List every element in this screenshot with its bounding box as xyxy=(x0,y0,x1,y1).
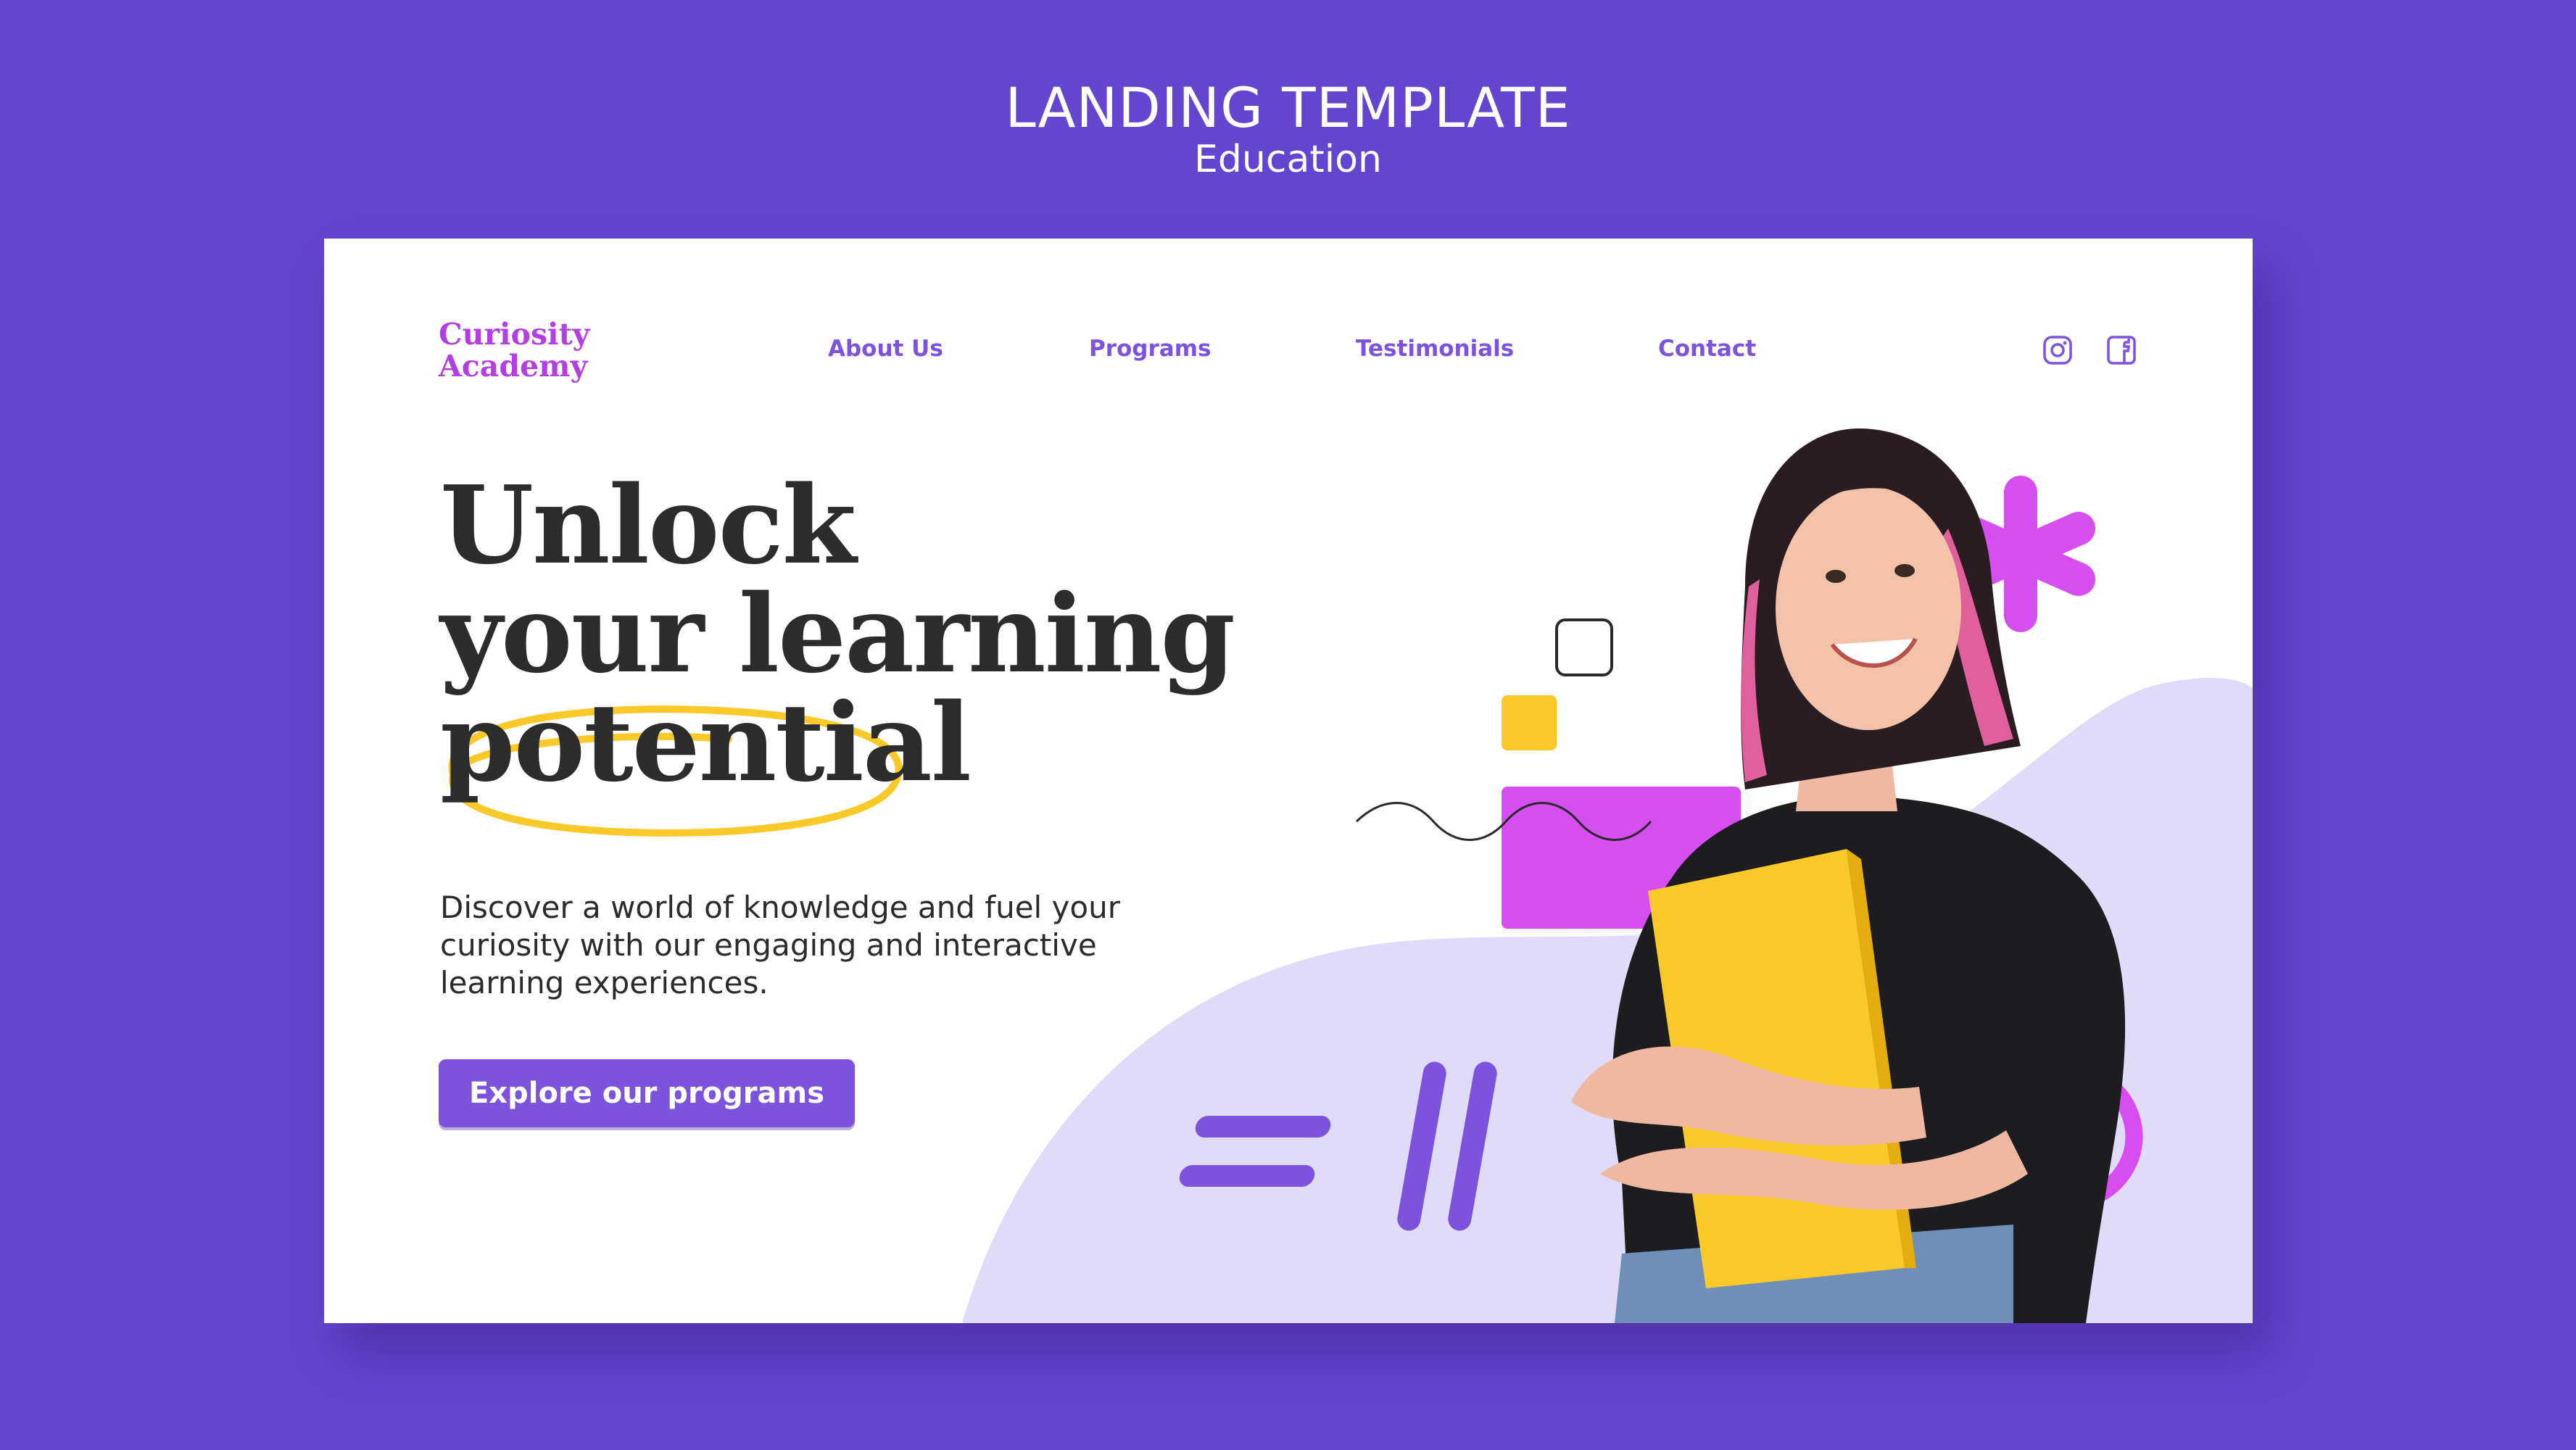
yellow-square xyxy=(1502,695,1557,750)
nav-programs[interactable]: Programs xyxy=(1089,336,1211,362)
instagram-icon[interactable] xyxy=(2042,335,2073,365)
template-title: LANDING TEMPLATE xyxy=(1005,75,1571,140)
headline-line-1: Unlock xyxy=(440,462,856,588)
brand-logo[interactable]: Curiosity Academy xyxy=(439,318,589,382)
nav-contact[interactable]: Contact xyxy=(1658,336,1756,362)
brand-line-2: Academy xyxy=(439,349,588,384)
headline-line-3: potential xyxy=(440,679,1234,837)
nav-testimonials[interactable]: Testimonials xyxy=(1356,336,1514,362)
nav-about-us[interactable]: About Us xyxy=(828,336,943,362)
facebook-icon[interactable] xyxy=(2106,335,2137,365)
headline-line-2: your learning xyxy=(440,571,1235,697)
template-subtitle: Education xyxy=(1194,138,1382,181)
brand-line-1: Curiosity xyxy=(439,317,590,352)
headline-potential: potential xyxy=(440,679,972,805)
hero-headline: Unlock your learning potential xyxy=(440,462,1235,837)
outline-square xyxy=(1555,618,1613,676)
hero-description: Discover a world of knowledge and fuel y… xyxy=(440,890,1120,1000)
landing-card: Curiosity Academy About Us Programs Test… xyxy=(324,239,2253,1323)
explore-programs-button[interactable]: Explore our programs xyxy=(439,1059,855,1127)
